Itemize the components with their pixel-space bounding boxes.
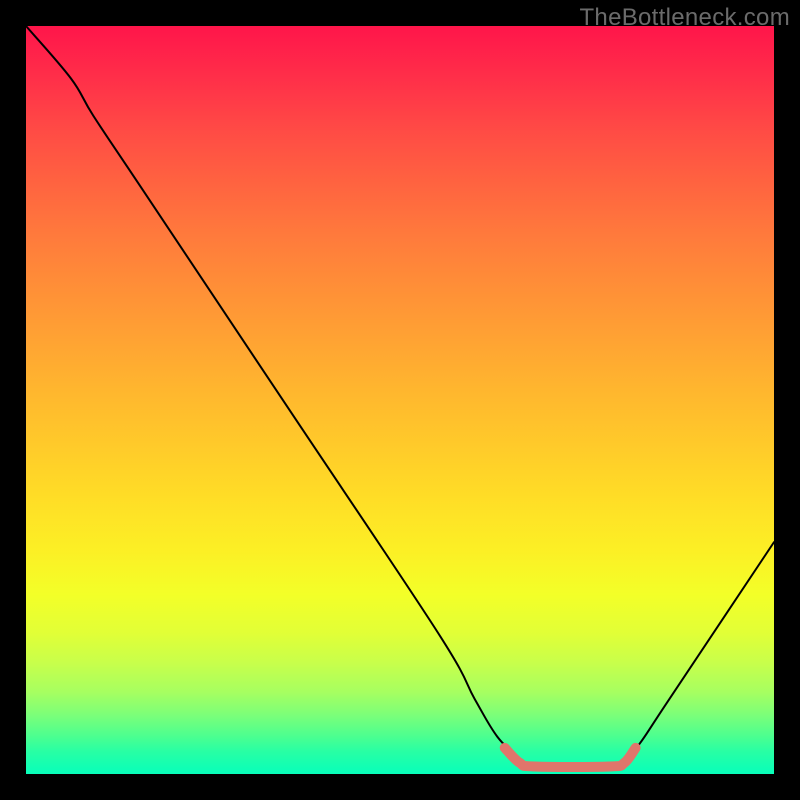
chart-gradient-background: [26, 26, 774, 774]
watermark-text: TheBottleneck.com: [579, 4, 790, 32]
chart-plot-area: [26, 26, 774, 774]
